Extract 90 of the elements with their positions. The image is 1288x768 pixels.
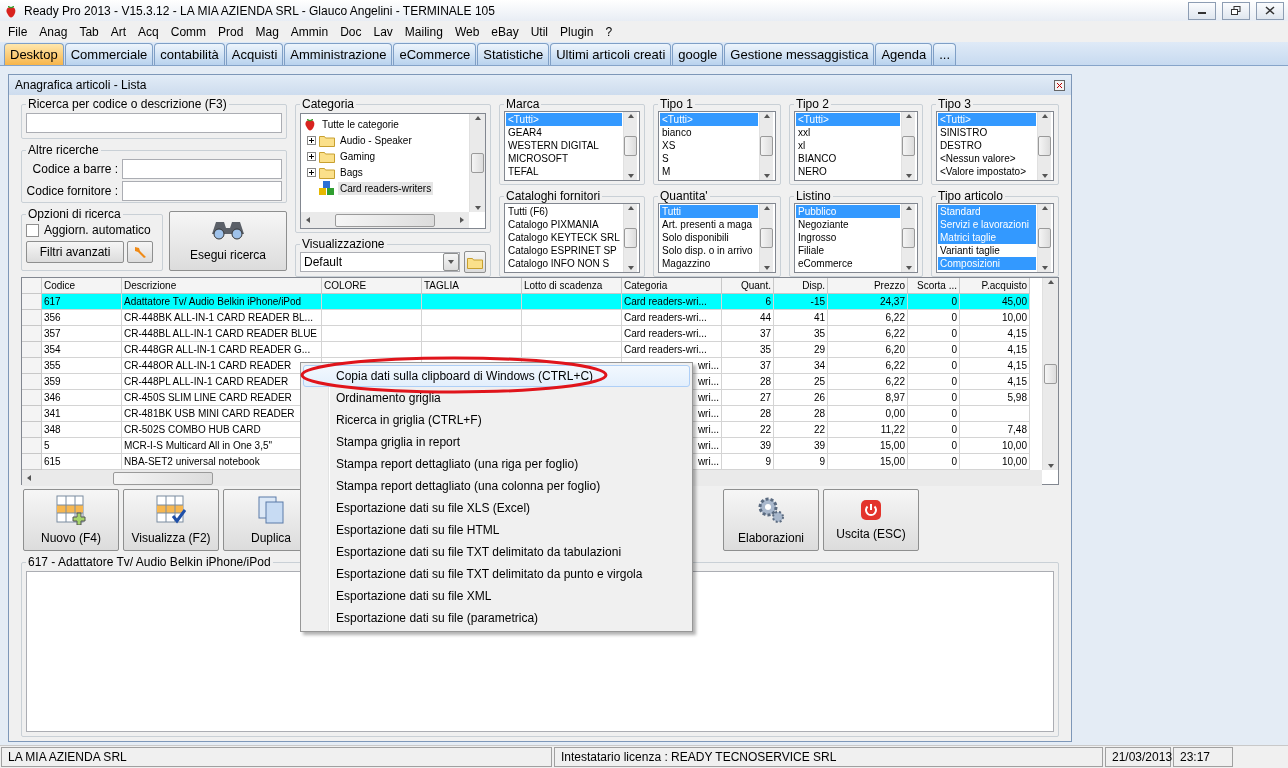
table-cell: 5,98 bbox=[960, 390, 1030, 406]
table-cell: CR-448GR ALL-IN-1 CARD READER G... bbox=[122, 342, 322, 358]
table-cell: 27 bbox=[722, 390, 774, 406]
status-text: 23:17 bbox=[1173, 747, 1233, 767]
group-label: Tipo 1 bbox=[659, 97, 694, 111]
table-cell: 24,37 bbox=[828, 294, 908, 310]
table-cell: 37 bbox=[722, 358, 774, 374]
table-cell: 6,22 bbox=[828, 358, 908, 374]
child-window-title: Anagrafica articoli - Lista bbox=[15, 78, 147, 92]
table-cell: Card readers-wri... bbox=[622, 342, 722, 358]
table-cell: 7,48 bbox=[960, 422, 1030, 438]
table-cell: 355 bbox=[42, 358, 122, 374]
table-cell: 35 bbox=[722, 342, 774, 358]
group-label: Ricerca per codice o descrizione (F3) bbox=[27, 97, 228, 111]
table-cell: 0,00 bbox=[828, 406, 908, 422]
table-cell: 0 bbox=[908, 422, 960, 438]
table-cell: 28 bbox=[722, 406, 774, 422]
group-label: Listino bbox=[795, 189, 832, 203]
group-label: Tipo 2 bbox=[795, 97, 830, 111]
group-label: Opzioni di ricerca bbox=[27, 207, 122, 221]
table-cell: 45,00 bbox=[960, 294, 1030, 310]
table-cell: 4,15 bbox=[960, 358, 1030, 374]
group-label: Tipo 3 bbox=[937, 97, 972, 111]
window-title: Ready Pro 2013 - V15.3.12 - LA MIA AZIENDA SRL - Glauco Angelini - TERMINALE 105 bbox=[24, 3, 496, 18]
table-cell: 10,00 bbox=[960, 438, 1030, 454]
table-cell: 0 bbox=[908, 438, 960, 454]
table-cell: 4,15 bbox=[960, 374, 1030, 390]
table-cell: 0 bbox=[908, 358, 960, 374]
checkbox-label: Aggiorn. automatico bbox=[44, 223, 151, 237]
table-cell: Adattatore Tv/ Audio Belkin iPhone/iPod bbox=[122, 294, 322, 310]
table-cell: 4,15 bbox=[960, 326, 1030, 342]
group-label: Cataloghi fornitori bbox=[505, 189, 602, 203]
group-label: Altre ricerche bbox=[27, 143, 100, 157]
table-cell: 39 bbox=[774, 438, 828, 454]
table-cell: -15 bbox=[774, 294, 828, 310]
table-cell: 34 bbox=[774, 358, 828, 374]
table-cell: 617 bbox=[42, 294, 122, 310]
table-cell: 11,22 bbox=[828, 422, 908, 438]
table-cell: 10,00 bbox=[960, 310, 1030, 326]
table-cell: 28 bbox=[774, 406, 828, 422]
table-cell: 348 bbox=[42, 422, 122, 438]
table-cell: 0 bbox=[908, 374, 960, 390]
table-cell: 41 bbox=[774, 310, 828, 326]
table-cell: 6,20 bbox=[828, 342, 908, 358]
table-cell: 4,15 bbox=[960, 342, 1030, 358]
table-cell: 22 bbox=[774, 422, 828, 438]
table-cell: 341 bbox=[42, 406, 122, 422]
table-cell: Card readers-wri... bbox=[622, 294, 722, 310]
table-cell: 6 bbox=[722, 294, 774, 310]
table-cell: 37 bbox=[722, 326, 774, 342]
table-cell: 0 bbox=[908, 390, 960, 406]
table-cell: 44 bbox=[722, 310, 774, 326]
table-cell: 39 bbox=[722, 438, 774, 454]
table-cell: 356 bbox=[42, 310, 122, 326]
field-label: Codice a barre : bbox=[31, 162, 118, 176]
table-cell: 6,22 bbox=[828, 310, 908, 326]
table-cell: 0 bbox=[908, 342, 960, 358]
table-cell: 0 bbox=[908, 406, 960, 422]
group-label: Categoria bbox=[301, 97, 356, 111]
group-label: Visualizzazione bbox=[301, 237, 386, 251]
table-cell: 26 bbox=[774, 390, 828, 406]
field-label: Codice fornitore : bbox=[26, 184, 118, 198]
table-cell: 0 bbox=[908, 326, 960, 342]
table-cell: 5 bbox=[42, 438, 122, 454]
table-cell: 25 bbox=[774, 374, 828, 390]
table-cell: 0 bbox=[908, 294, 960, 310]
table-cell: 6,22 bbox=[828, 326, 908, 342]
table-cell: 357 bbox=[42, 326, 122, 342]
table-cell: 29 bbox=[774, 342, 828, 358]
table-cell: 15,00 bbox=[828, 438, 908, 454]
group-label: 617 - Adattatore Tv/ Audio Belkin iPhone/iPod bbox=[27, 555, 272, 569]
table-cell: CR-448BK ALL-IN-1 CARD READER BL... bbox=[122, 310, 322, 326]
table-cell: 359 bbox=[42, 374, 122, 390]
table-cell: 8,97 bbox=[828, 390, 908, 406]
table-cell: 28 bbox=[722, 374, 774, 390]
status-text: 21/03/2013 bbox=[1105, 747, 1171, 767]
table-cell: Card readers-wri... bbox=[622, 326, 722, 342]
status-text: LA MIA AZIENDA SRL bbox=[1, 747, 552, 767]
group-label: Quantita' bbox=[659, 189, 709, 203]
group-label: Tipo articolo bbox=[937, 189, 1004, 203]
group-label: Marca bbox=[505, 97, 541, 111]
table-cell: 354 bbox=[42, 342, 122, 358]
table-cell: 0 bbox=[908, 310, 960, 326]
table-cell: CR-448BL ALL-IN-1 CARD READER BLUE bbox=[122, 326, 322, 342]
status-text: Intestatario licenza : READY TECNOSERVICE SRL bbox=[554, 747, 1103, 767]
table-cell: 6,22 bbox=[828, 374, 908, 390]
table-cell: Card readers-wri... bbox=[622, 310, 722, 326]
table-cell: 35 bbox=[774, 326, 828, 342]
table-cell: 22 bbox=[722, 422, 774, 438]
table-cell: 346 bbox=[42, 390, 122, 406]
